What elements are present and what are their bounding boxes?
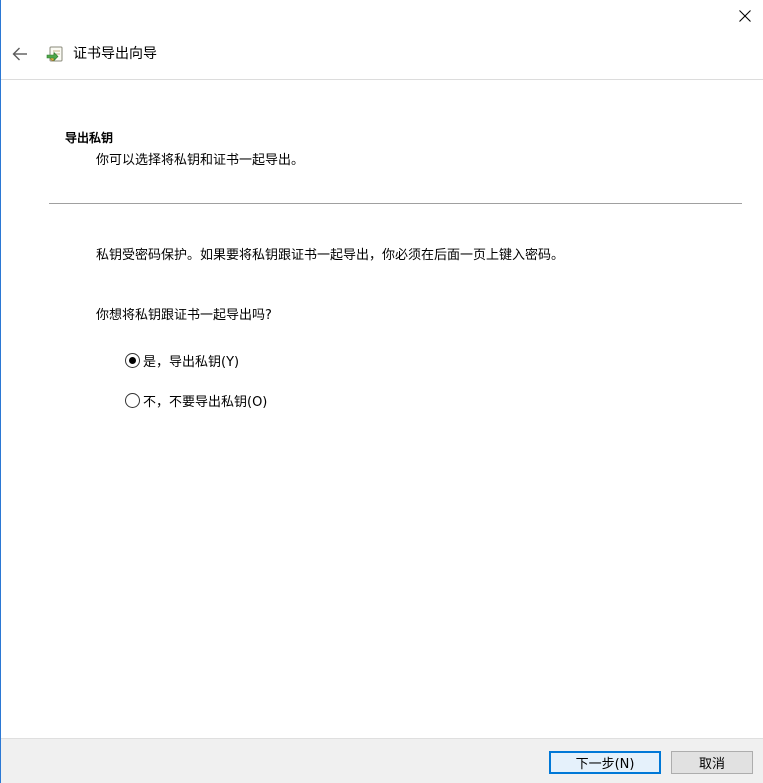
wizard-title: 证书导出向导: [73, 46, 157, 62]
certificate-export-icon: [46, 46, 63, 62]
radio-label-yes: 是，导出私钥(Y): [143, 354, 240, 370]
radio-button-unselected[interactable]: [125, 392, 140, 408]
wizard-header: 证书导出向导: [1, 31, 763, 80]
radio-export-private-key-yes[interactable]: 是，导出私钥(Y): [125, 350, 239, 370]
cancel-button[interactable]: 取消: [671, 751, 753, 774]
next-button[interactable]: 下一步(N): [549, 751, 661, 774]
info-text: 私钥受密码保护。如果要将私钥跟证书一起导出，你必须在后面一页上键入密码。: [96, 248, 565, 263]
back-button[interactable]: [9, 43, 31, 65]
question-text: 你想将私钥跟证书一起导出吗?: [96, 308, 272, 323]
wizard-window: 证书导出向导 导出私钥 你可以选择将私钥和证书一起导出。 私钥受密码保护。如果要…: [0, 0, 763, 783]
section-description: 你可以选择将私钥和证书一起导出。: [96, 153, 305, 168]
radio-label-no: 不，不要导出私钥(O): [143, 394, 268, 410]
divider: [49, 203, 742, 204]
close-icon: [738, 9, 751, 22]
radio-export-private-key-no[interactable]: 不，不要导出私钥(O): [125, 390, 267, 410]
wizard-footer: 下一步(N) 取消: [1, 738, 763, 783]
close-button[interactable]: [725, 0, 763, 31]
section-title: 导出私钥: [65, 131, 114, 145]
radio-button-selected[interactable]: [125, 352, 140, 368]
arrow-left-icon: [12, 47, 27, 61]
